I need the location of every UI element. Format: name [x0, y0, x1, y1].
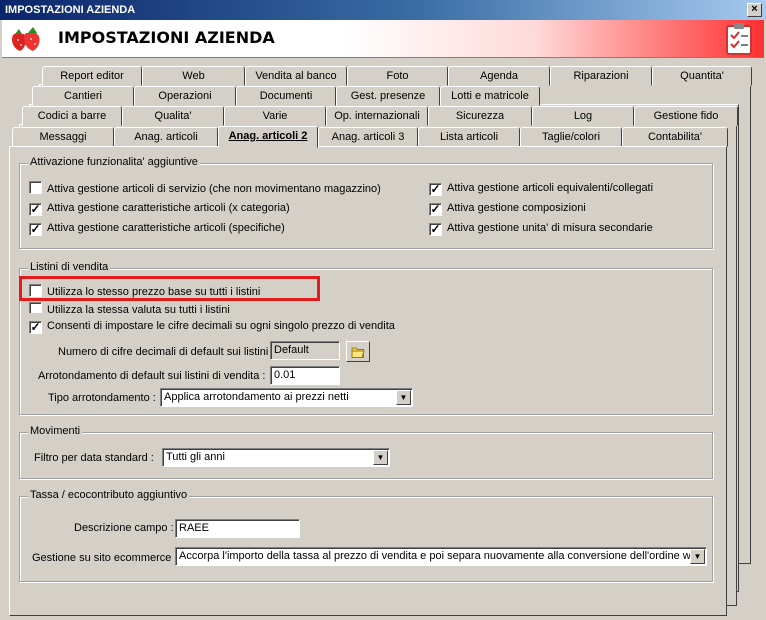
- tab-codici-a-barre[interactable]: Codici a barre: [22, 106, 122, 126]
- tab-sicurezza[interactable]: Sicurezza: [428, 106, 532, 126]
- desc-label: Descrizione campo :: [74, 522, 174, 534]
- checkbox-unita-misura-secondarie[interactable]: ✓ Attiva gestione unita' di misura second…: [429, 221, 653, 236]
- tab-varie[interactable]: Varie: [224, 106, 326, 126]
- tab-gest-presenze[interactable]: Gest. presenze: [336, 86, 440, 106]
- checkbox-box[interactable]: ✓: [429, 203, 442, 216]
- tab-op-internazionali[interactable]: Op. internazionali: [326, 106, 428, 126]
- header-title: IMPOSTAZIONI AZIENDA: [58, 28, 275, 47]
- group-tassa-ecocontributo: Tassa / ecocontributo aggiuntivo Descriz…: [19, 489, 713, 582]
- checkbox-box[interactable]: ✓: [429, 223, 442, 236]
- header-banner: IMPOSTAZIONI AZIENDA: [2, 20, 764, 58]
- tab-foto[interactable]: Foto: [347, 66, 448, 86]
- checkbox-box[interactable]: [29, 181, 42, 194]
- select-value: Tutti gli anni: [166, 451, 225, 463]
- tab-anag-articoli[interactable]: Anag. articoli: [114, 127, 218, 147]
- group-legend: Tassa / ecocontributo aggiuntivo: [28, 489, 190, 501]
- dropdown-arrow-icon[interactable]: ▼: [690, 549, 705, 564]
- checklist-icon: [726, 23, 752, 55]
- tab-lotti-e-matricole[interactable]: Lotti e matricole: [440, 86, 540, 106]
- select-value: Accorpa l'importo della tassa al prezzo …: [179, 550, 703, 562]
- ecommerce-label: Gestione su sito ecommerce :: [32, 552, 178, 564]
- tab-contabilita[interactable]: Contabilita': [622, 127, 728, 147]
- folder-icon: [351, 347, 365, 358]
- checkbox-cifre-decimali[interactable]: ✓ Consenti di impostare le cifre decimali…: [29, 319, 395, 334]
- tab-cantieri[interactable]: Cantieri: [32, 86, 134, 106]
- tab-operazioni[interactable]: Operazioni: [134, 86, 236, 106]
- group-legend: Listini di vendita: [28, 261, 111, 273]
- window-title: IMPOSTAZIONI AZIENDA: [5, 4, 136, 16]
- checkbox-composizioni[interactable]: ✓ Attiva gestione composizioni: [429, 201, 586, 216]
- filter-date-select[interactable]: Tutti gli anni ▼: [162, 448, 390, 467]
- group-movimenti: Movimenti Filtro per data standard : Tut…: [19, 425, 713, 479]
- rounding-label: Arrotondamento di default sui listini di…: [38, 370, 266, 382]
- checkbox-caratteristiche-categoria[interactable]: ✓ Attiva gestione caratteristiche articol…: [29, 201, 290, 216]
- checkbox-articoli-equivalenti[interactable]: ✓ Attiva gestione articoli equivalenti/co…: [429, 181, 654, 196]
- tab-lista-articoli[interactable]: Lista articoli: [418, 127, 520, 147]
- strawberry-logo-icon: [12, 27, 40, 51]
- decimals-field[interactable]: Default: [270, 341, 340, 360]
- window-title-bar: IMPOSTAZIONI AZIENDA ×: [0, 0, 766, 20]
- tab-documenti[interactable]: Documenti: [236, 86, 336, 106]
- checkbox-label: Consenti di impostare le cifre decimali …: [47, 320, 395, 332]
- checkbox-label: Attiva gestione articoli equivalenti/col…: [447, 182, 654, 194]
- group-legend: Attivazione funzionalita' aggiuntive: [28, 156, 200, 168]
- checkbox-label: Attiva gestione unita' di misura seconda…: [447, 222, 653, 234]
- checkbox-box[interactable]: ✓: [29, 223, 42, 236]
- checkbox-label: Attiva gestione caratteristiche articoli…: [47, 202, 290, 214]
- highlight-box: [19, 276, 320, 301]
- folder-button[interactable]: [346, 341, 370, 362]
- group-legend: Movimenti: [28, 425, 83, 437]
- tab-panel-anag-articoli-2: Attivazione funzionalita' aggiuntive Att…: [9, 146, 727, 616]
- checkbox-label: Attiva gestione caratteristiche articoli…: [47, 222, 285, 234]
- checkbox-stessa-valuta[interactable]: Utilizza la stessa valuta su tutti i lis…: [29, 302, 230, 313]
- tab-messaggi[interactable]: Messaggi: [12, 127, 114, 147]
- tab-log[interactable]: Log: [532, 106, 634, 126]
- close-button[interactable]: ×: [747, 3, 762, 17]
- select-value: Applica arrotondamento ai prezzi netti: [164, 391, 349, 403]
- checkbox-box[interactable]: ✓: [29, 321, 42, 334]
- rounding-type-select[interactable]: Applica arrotondamento ai prezzi netti ▼: [160, 388, 413, 407]
- rounding-type-label: Tipo arrotondamento :: [48, 392, 156, 404]
- tab-report-editor[interactable]: Report editor: [42, 66, 142, 86]
- decimals-label: Numero di cifre decimali di default sui …: [58, 346, 275, 358]
- dropdown-arrow-icon[interactable]: ▼: [396, 390, 411, 405]
- checkbox-label: Utilizza la stessa valuta su tutti i lis…: [47, 304, 230, 313]
- checkbox-articoli-servizio[interactable]: Attiva gestione articoli di servizio (ch…: [29, 181, 381, 195]
- tab-quantita[interactable]: Quantita': [652, 66, 752, 86]
- tab-vendita-al-banco[interactable]: Vendita al banco: [245, 66, 347, 86]
- checkbox-label: Attiva gestione articoli di servizio (ch…: [47, 183, 381, 195]
- tab-anag-articoli-3[interactable]: Anag. articoli 3: [318, 127, 418, 147]
- checkbox-box[interactable]: ✓: [29, 203, 42, 216]
- checkbox-box[interactable]: ✓: [429, 183, 442, 196]
- tab-agenda[interactable]: Agenda: [448, 66, 550, 86]
- tab-web[interactable]: Web: [142, 66, 245, 86]
- tab-qualita[interactable]: Qualita': [122, 106, 224, 126]
- checkbox-caratteristiche-specifiche[interactable]: ✓ Attiva gestione caratteristiche articol…: [29, 221, 285, 236]
- tab-gestione-fido[interactable]: Gestione fido: [634, 106, 738, 126]
- group-attivazione-funzionalita: Attivazione funzionalita' aggiuntive Att…: [19, 156, 713, 249]
- tab-taglie-colori[interactable]: Taglie/colori: [520, 127, 622, 147]
- dropdown-arrow-icon[interactable]: ▼: [373, 450, 388, 465]
- desc-input[interactable]: RAEE: [175, 519, 300, 538]
- checkbox-label: Attiva gestione composizioni: [447, 202, 586, 214]
- checkbox-box[interactable]: [29, 302, 42, 313]
- tab-riparazioni[interactable]: Riparazioni: [550, 66, 652, 86]
- filter-label: Filtro per data standard :: [34, 452, 154, 464]
- tab-anag-articoli-2[interactable]: Anag. articoli 2: [218, 126, 318, 148]
- ecommerce-select[interactable]: Accorpa l'importo della tassa al prezzo …: [175, 547, 707, 566]
- rounding-input[interactable]: 0.01: [270, 366, 340, 385]
